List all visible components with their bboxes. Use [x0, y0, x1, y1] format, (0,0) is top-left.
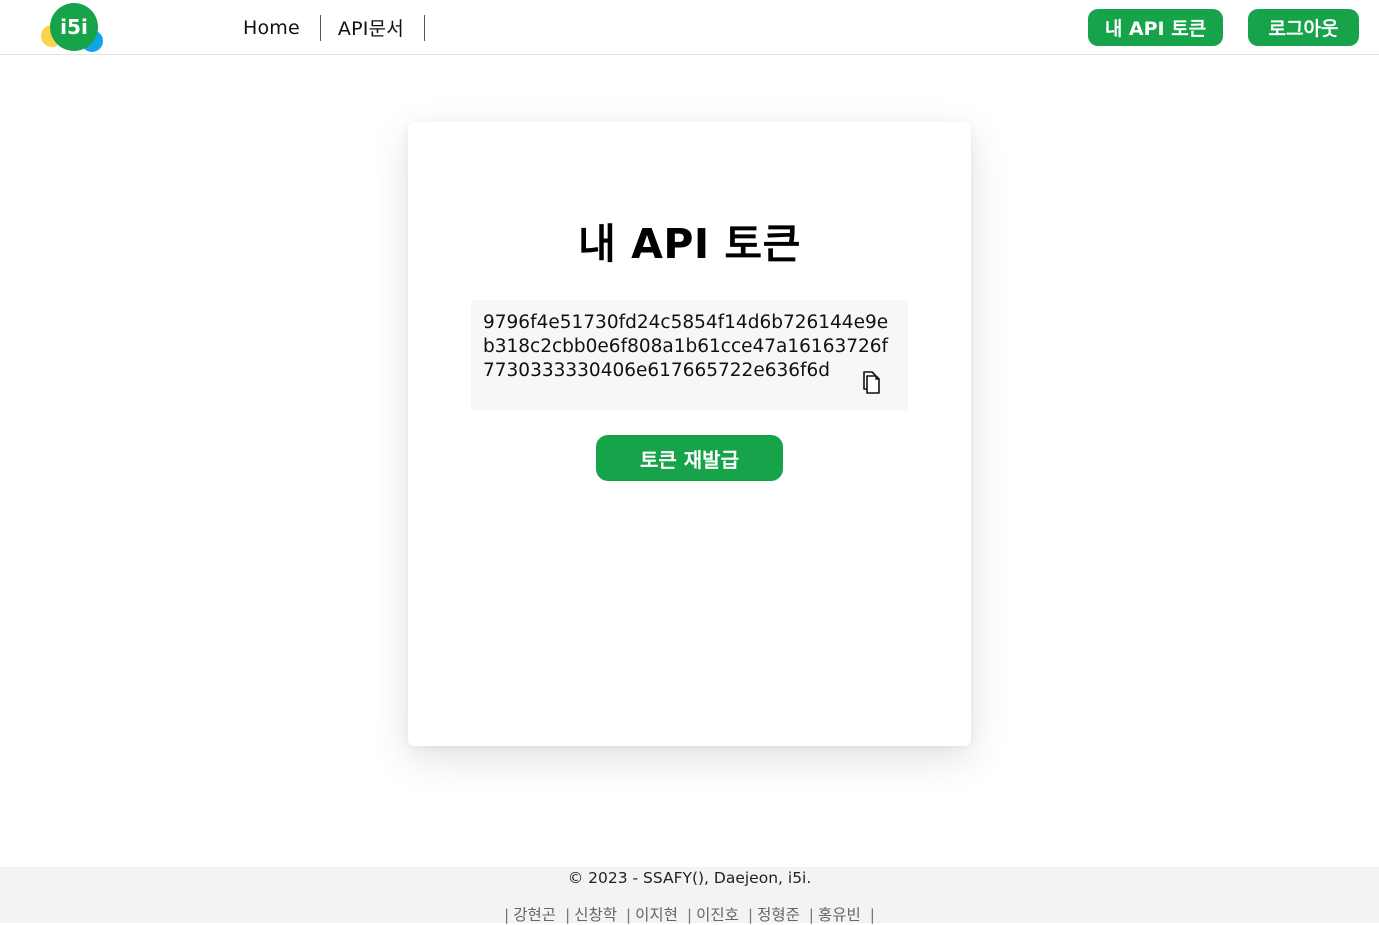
top-navbar: i5i Home API문서 내 API 토큰 로그아웃	[0, 0, 1379, 55]
member-name: 신창학	[574, 906, 617, 924]
copyright-text: © 2023 - SSAFY(), Daejeon, i5i.	[567, 869, 812, 887]
nav-home-link[interactable]: Home	[226, 17, 320, 39]
separator: |	[625, 906, 632, 924]
token-card: 내 API 토큰 9796f4e51730fd24c5854f14d6b7261…	[408, 122, 971, 746]
logout-button[interactable]: 로그아웃	[1248, 9, 1359, 46]
footer: © 2023 - SSAFY(), Daejeon, i5i. | 강현곤 | 신창…	[0, 867, 1379, 925]
token-display-box: 9796f4e51730fd24c5854f14d6b726144e9eb318…	[471, 300, 908, 410]
main-nav: Home API문서	[226, 14, 425, 41]
member-name: 이진호	[696, 906, 739, 924]
separator: |	[808, 906, 815, 924]
reissue-token-button[interactable]: 토큰 재발급	[596, 435, 783, 481]
separator: |	[686, 906, 693, 924]
separator: |	[869, 906, 875, 924]
copy-icon[interactable]	[858, 368, 882, 394]
separator: |	[747, 906, 754, 924]
i5i-logo[interactable]: i5i	[38, 2, 106, 54]
my-api-token-button[interactable]: 내 API 토큰	[1088, 9, 1223, 46]
member-name: 이지현	[635, 906, 678, 924]
page-title: 내 API 토큰	[578, 220, 801, 268]
team-members: | 강현곤 | 신창학 | 이지현 | 이진호 | 정형준 | 홍유빈 |	[0, 903, 1379, 925]
member-name: 강현곤	[513, 906, 557, 924]
separator: |	[504, 906, 510, 924]
member-name: 정형준	[757, 906, 800, 924]
nav-divider	[423, 14, 425, 41]
nav-api-docs-link[interactable]: API문서	[321, 14, 424, 41]
api-token-value: 9796f4e51730fd24c5854f14d6b726144e9eb318…	[483, 312, 889, 381]
logo-text: i5i	[60, 15, 88, 39]
separator: |	[564, 906, 571, 924]
member-name: 홍유빈	[818, 906, 861, 924]
